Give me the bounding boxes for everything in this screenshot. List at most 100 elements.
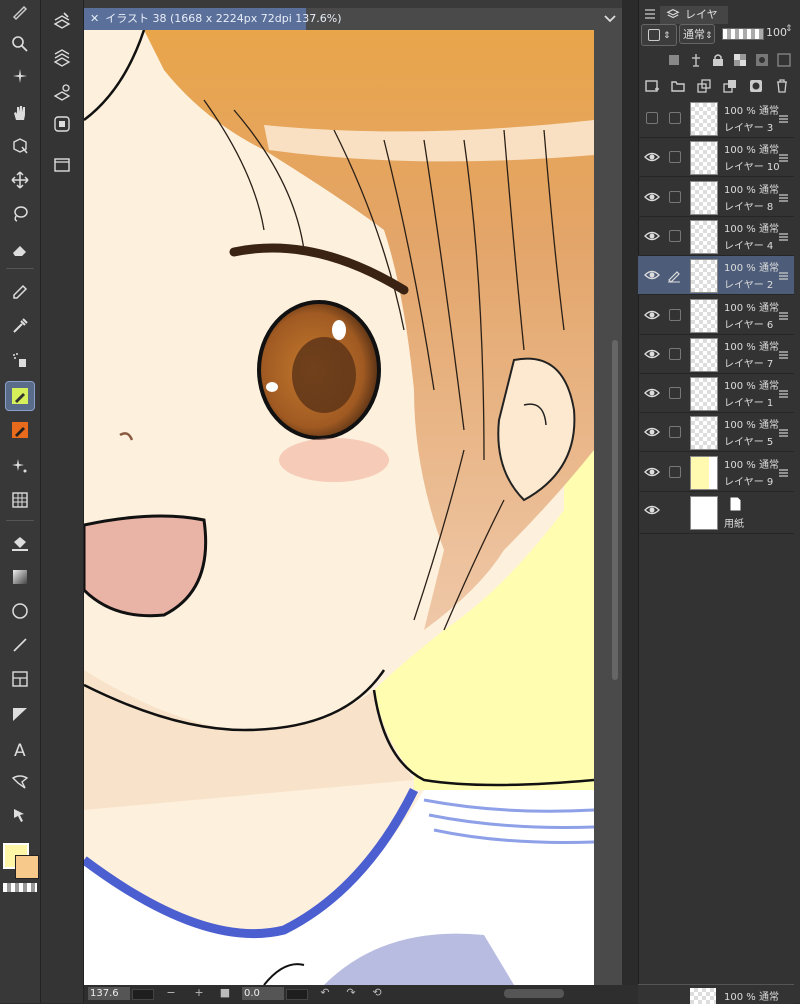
material-icon[interactable] bbox=[50, 152, 74, 176]
rotation-value[interactable]: 0.0 bbox=[242, 987, 284, 1000]
layer-settings-icon[interactable] bbox=[50, 46, 74, 70]
eraser-icon[interactable] bbox=[6, 236, 34, 264]
object-icon[interactable] bbox=[6, 132, 34, 160]
transfer-down-icon[interactable] bbox=[696, 78, 712, 98]
eye-icon[interactable] bbox=[644, 267, 660, 283]
eye-icon[interactable] bbox=[644, 149, 660, 165]
trash-icon[interactable] bbox=[774, 78, 790, 98]
layer-row[interactable]: 100 % 通常 レイヤー 9 bbox=[638, 453, 794, 492]
sub-color-swatch[interactable] bbox=[15, 855, 39, 879]
balloon-icon[interactable] bbox=[6, 768, 34, 796]
line-icon[interactable] bbox=[6, 631, 34, 659]
opacity-stepper[interactable]: ⇕ bbox=[785, 24, 797, 42]
merge-down-icon[interactable] bbox=[722, 78, 738, 98]
ellipse-icon[interactable] bbox=[6, 597, 34, 625]
layer-clip-checkbox[interactable] bbox=[669, 309, 681, 321]
drag-handle-icon[interactable] bbox=[779, 229, 788, 243]
eye-icon[interactable] bbox=[644, 346, 660, 362]
layer-panel-tab[interactable]: レイヤー bbox=[660, 6, 728, 39]
document-tab[interactable]: ✕ イラスト 38 (1668 x 2224px 72dpi 137.6%) bbox=[84, 8, 342, 30]
navigator-icon[interactable] bbox=[50, 112, 74, 136]
gradient-icon[interactable] bbox=[6, 563, 34, 591]
reset-rotation-icon[interactable]: ⟲ bbox=[370, 986, 384, 1000]
zoom-value[interactable]: 137.6 bbox=[88, 987, 130, 1000]
zoom-slider-track[interactable] bbox=[132, 989, 154, 1000]
eye-icon[interactable] bbox=[644, 424, 660, 440]
pencil-icon[interactable] bbox=[6, 278, 34, 306]
layer-row-paper[interactable]: 用紙 bbox=[638, 491, 794, 534]
drag-handle-icon[interactable] bbox=[779, 111, 788, 125]
drag-handle-icon[interactable] bbox=[779, 425, 788, 439]
horizontal-scrollbar[interactable] bbox=[504, 989, 564, 998]
new-raster-layer-icon[interactable] bbox=[644, 78, 660, 98]
drag-handle-icon[interactable] bbox=[779, 347, 788, 361]
drag-handle-icon[interactable] bbox=[779, 386, 788, 400]
layer-row[interactable]: 100 % 通常 レイヤー 4 bbox=[638, 217, 794, 256]
opacity-value[interactable]: 100 bbox=[766, 26, 787, 39]
decoration-icon[interactable] bbox=[6, 452, 34, 480]
layer-row[interactable]: 100 % 通常 レイヤー 2 bbox=[638, 256, 794, 295]
layer-clip-checkbox[interactable] bbox=[669, 426, 681, 438]
transparent-color-swatch[interactable] bbox=[3, 883, 37, 892]
layer-clip-checkbox[interactable] bbox=[669, 112, 681, 124]
vertical-scrollbar[interactable] bbox=[612, 340, 618, 680]
eye-icon[interactable] bbox=[644, 385, 660, 401]
layer-row[interactable]: 100 % 通常 レイヤー 1 bbox=[638, 374, 794, 413]
layer-row[interactable]: 100 % 通常 レイヤー 8 bbox=[638, 178, 794, 217]
drag-handle-icon[interactable] bbox=[779, 190, 788, 204]
drag-handle-icon[interactable] bbox=[779, 150, 788, 164]
spray-icon[interactable] bbox=[6, 346, 34, 374]
clip-icon[interactable] bbox=[666, 52, 682, 72]
perspective-ruler-icon[interactable] bbox=[6, 486, 34, 514]
layer-clip-checkbox[interactable] bbox=[669, 151, 681, 163]
layer-row[interactable]: 100 % 通常 レイヤー 10 bbox=[638, 138, 794, 177]
rotate-left-icon[interactable]: ↶ bbox=[318, 986, 332, 1000]
layer-row-partial[interactable]: 100 % 通常 bbox=[638, 984, 794, 1004]
mask-enable-icon[interactable] bbox=[754, 52, 770, 72]
drag-handle-icon[interactable] bbox=[779, 308, 788, 322]
eyedropper-icon[interactable] bbox=[6, 312, 34, 340]
move-icon[interactable] bbox=[6, 166, 34, 194]
chevron-down-icon[interactable] bbox=[600, 10, 620, 28]
fit-icon[interactable]: ■ bbox=[218, 986, 232, 1000]
new-folder-icon[interactable] bbox=[670, 78, 686, 98]
correct-line-icon[interactable] bbox=[6, 802, 34, 830]
eye-icon[interactable] bbox=[644, 189, 660, 205]
opacity-slider[interactable] bbox=[722, 28, 764, 40]
close-icon[interactable]: ✕ bbox=[90, 12, 99, 25]
auto-select-icon[interactable] bbox=[6, 62, 34, 90]
layer-property-icon[interactable] bbox=[50, 80, 74, 104]
layer-row[interactable]: 100 % 通常 レイヤー 6 bbox=[638, 296, 794, 335]
illustration-canvas[interactable] bbox=[84, 30, 594, 985]
marker-icon[interactable] bbox=[6, 416, 34, 444]
create-mask-icon[interactable] bbox=[748, 78, 764, 98]
hand-icon[interactable] bbox=[6, 99, 34, 127]
fill-icon[interactable] bbox=[6, 530, 34, 558]
layer-clip-checkbox[interactable] bbox=[669, 348, 681, 360]
lasso-icon[interactable] bbox=[6, 200, 34, 228]
menu-icon[interactable] bbox=[644, 6, 656, 20]
visibility-checkbox[interactable] bbox=[644, 110, 660, 126]
zoom-in-icon[interactable]: + bbox=[192, 986, 206, 1000]
layer-row[interactable]: 100 % 通常 レイヤー 7 bbox=[638, 335, 794, 374]
zoom-out-icon[interactable]: − bbox=[164, 986, 178, 1000]
pencil-edit-icon[interactable] bbox=[6, 0, 34, 24]
layer-row[interactable]: 100 % 通常 レイヤー 3 bbox=[638, 99, 794, 138]
eye-icon[interactable] bbox=[644, 464, 660, 480]
rotation-slider-track[interactable] bbox=[286, 989, 308, 1000]
lock-icon[interactable] bbox=[710, 52, 726, 72]
drag-handle-icon[interactable] bbox=[779, 268, 788, 282]
text-icon[interactable]: A bbox=[6, 735, 34, 763]
magnifier-icon[interactable] bbox=[6, 30, 34, 58]
frame-icon[interactable] bbox=[6, 665, 34, 693]
eye-icon[interactable] bbox=[644, 502, 660, 518]
layer-clip-checkbox[interactable] bbox=[669, 191, 681, 203]
layer-type-selector[interactable]: ⇕ bbox=[641, 24, 677, 46]
drag-handle-icon[interactable] bbox=[779, 465, 788, 479]
layer-clip-checkbox[interactable] bbox=[669, 230, 681, 242]
layer-row[interactable]: 100 % 通常 レイヤー 5 bbox=[638, 413, 794, 452]
lock-transparent-icon[interactable] bbox=[732, 52, 748, 72]
blend-mode-select[interactable]: 通常⇕ bbox=[679, 24, 715, 44]
ruler-icon[interactable] bbox=[6, 700, 34, 728]
layer-edit-icon[interactable] bbox=[50, 8, 74, 32]
